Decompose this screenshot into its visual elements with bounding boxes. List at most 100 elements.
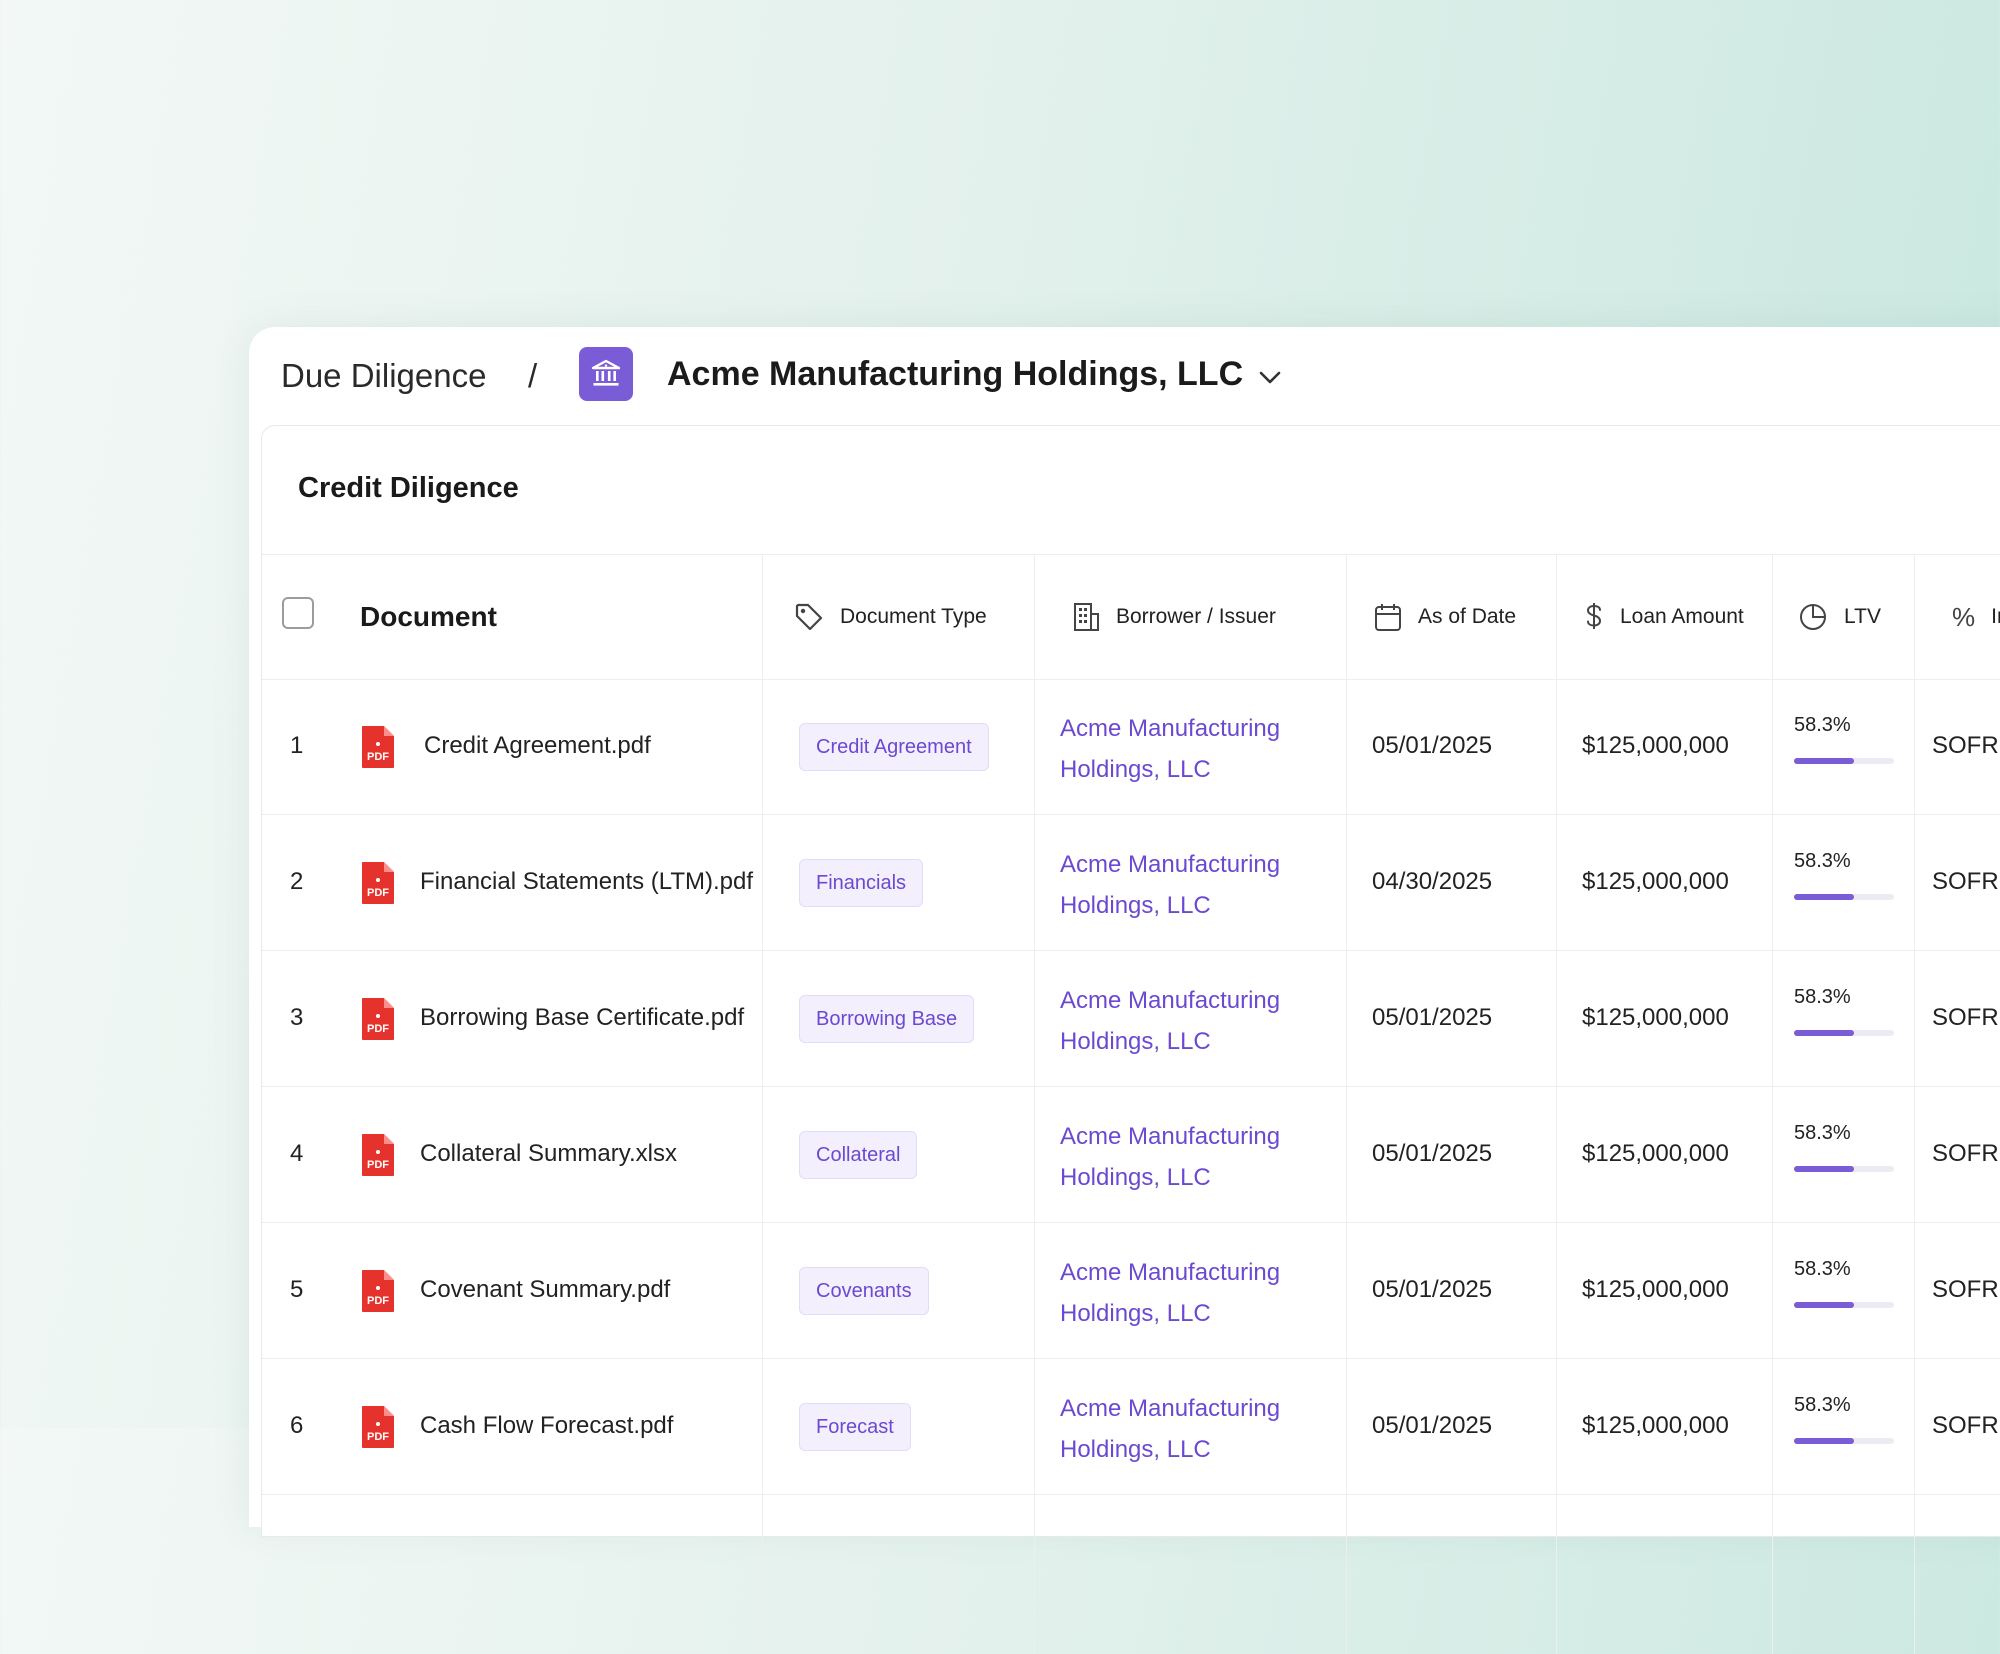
borrower-link[interactable]: Acme Manufacturing Holdings, LLC: [1060, 844, 1320, 926]
ltv-value: 58.3%: [1794, 1258, 1851, 1280]
loan-amount: $125,000,000: [1582, 1004, 1729, 1031]
document-name-link[interactable]: Collateral Summary.xlsx: [420, 1086, 677, 1222]
table-row[interactable]: 6 PDF Cash Flow Forecast.pdf Forecast Ac…: [262, 1358, 2000, 1495]
borrower-line: Acme Manufacturing: [1060, 1259, 1281, 1286]
row-number: 3: [290, 1004, 304, 1031]
borrower-link[interactable]: Acme Manufacturing Holdings, LLC: [1060, 980, 1320, 1062]
header-interest-rate[interactable]: % In: [1952, 555, 2000, 679]
ltv-bar-fill: [1794, 1166, 1854, 1172]
document-type-tag[interactable]: Borrowing Base: [799, 995, 975, 1043]
as-of-date: 05/01/2025: [1372, 1004, 1493, 1031]
interest-rate: SOFR +: [1932, 1004, 2000, 1031]
ltv-bar: [1794, 894, 1894, 900]
row-number: 4: [290, 1140, 304, 1167]
as-of-date: 05/01/2025: [1372, 732, 1493, 759]
borrower-line: Holdings, LLC: [1060, 1164, 1211, 1191]
document-type-tag[interactable]: Covenants: [799, 1267, 929, 1315]
building-icon: [1072, 602, 1100, 632]
table-row[interactable]: 1 PDF Credit Agreement.pdf Credit Agreem…: [262, 678, 2000, 815]
row-number: 1: [290, 732, 304, 759]
borrower-line: Acme Manufacturing: [1060, 715, 1281, 742]
document-name-link[interactable]: Cash Flow Forecast.pdf: [420, 1358, 673, 1494]
chevron-down-icon[interactable]: [1259, 371, 1281, 390]
pdf-file-icon: PDF: [360, 724, 396, 775]
table-row[interactable]: 3 PDF Borrowing Base Certificate.pdf Bor…: [262, 950, 2000, 1087]
select-all-checkbox[interactable]: [282, 597, 314, 629]
borrower-line: Acme Manufacturing: [1060, 851, 1281, 878]
header-document-type-label: Document Type: [840, 605, 987, 628]
credit-diligence-card: Credit Diligence Document Document Type: [261, 425, 2000, 1654]
breadcrumb-root-link[interactable]: Due Diligence: [281, 357, 486, 395]
pie-chart-icon: [1798, 602, 1828, 632]
table-row[interactable]: 2 PDF Financial Statements (LTM).pdf Fin…: [262, 814, 2000, 951]
document-type-tag[interactable]: Credit Agreement: [799, 723, 989, 771]
svg-text:PDF: PDF: [367, 1431, 389, 1443]
document-type-tag[interactable]: Forecast: [799, 1403, 911, 1451]
header-as-of-date[interactable]: As of Date: [1374, 555, 1516, 679]
borrower-selector[interactable]: Acme Manufacturing Holdings, LLC: [667, 355, 1243, 394]
borrower-link[interactable]: Acme Manufacturing Holdings, LLC: [1060, 1116, 1320, 1198]
ltv-bar: [1794, 1438, 1894, 1444]
ltv-bar-fill: [1794, 894, 1854, 900]
header-ltv[interactable]: LTV: [1798, 555, 1881, 679]
svg-text:PDF: PDF: [367, 887, 389, 899]
interest-rate: SOFR +: [1932, 868, 2000, 895]
header-loan-amount[interactable]: Loan Amount: [1584, 555, 1744, 679]
bank-icon: [579, 347, 633, 401]
table-row[interactable]: 4 PDF Collateral Summary.xlsx Collateral…: [262, 1086, 2000, 1223]
loan-amount: $125,000,000: [1582, 1412, 1729, 1439]
percent-icon: %: [1952, 601, 1976, 632]
header-as-of-date-label: As of Date: [1418, 605, 1517, 628]
main-panel: Due Diligence / Acme Manufacturing Holdi…: [249, 327, 2000, 1654]
pdf-file-icon: PDF: [360, 1268, 396, 1319]
card-title: Credit Diligence: [298, 472, 519, 504]
document-name-link[interactable]: Financial Statements (LTM).pdf: [420, 814, 753, 950]
calendar-icon: [1374, 602, 1402, 632]
as-of-date: 05/01/2025: [1372, 1140, 1493, 1167]
as-of-date: 05/01/2025: [1372, 1412, 1493, 1439]
as-of-date: 04/30/2025: [1372, 868, 1493, 895]
document-type-tag[interactable]: Financials: [799, 859, 924, 907]
header-interest-rate-label: In: [1991, 605, 2000, 628]
borrower-line: Holdings, LLC: [1060, 892, 1211, 919]
svg-text:PDF: PDF: [367, 1295, 389, 1307]
borrower-line: Holdings, LLC: [1060, 1436, 1211, 1463]
borrower-link[interactable]: Acme Manufacturing Holdings, LLC: [1060, 1388, 1320, 1470]
ltv-bar: [1794, 1030, 1894, 1036]
table-row[interactable]: 5 PDF Covenant Summary.pdf Covenants Acm…: [262, 1222, 2000, 1359]
ltv-value: 58.3%: [1794, 714, 1851, 736]
document-name-link[interactable]: Borrowing Base Certificate.pdf: [420, 950, 744, 1086]
document-name-link[interactable]: Covenant Summary.pdf: [420, 1222, 670, 1358]
ltv-value: 58.3%: [1794, 986, 1851, 1008]
pdf-file-icon: PDF: [360, 1404, 396, 1455]
borrower-link[interactable]: Acme Manufacturing Holdings, LLC: [1060, 708, 1320, 790]
pdf-file-icon: PDF: [360, 996, 396, 1047]
borrower-line: Acme Manufacturing: [1060, 1395, 1281, 1422]
pdf-file-icon: PDF: [360, 860, 396, 911]
ltv-bar: [1794, 1302, 1894, 1308]
row-number: 6: [290, 1412, 304, 1439]
document-name-link[interactable]: Credit Agreement.pdf: [424, 678, 651, 814]
borrower-link[interactable]: Acme Manufacturing Holdings, LLC: [1060, 1252, 1320, 1334]
header-document[interactable]: Document: [360, 555, 497, 679]
loan-amount: $125,000,000: [1582, 1276, 1729, 1303]
ltv-bar-fill: [1794, 758, 1854, 764]
header-borrower[interactable]: Borrower / Issuer: [1072, 555, 1276, 679]
ltv-value: 58.3%: [1794, 850, 1851, 872]
header-document-type[interactable]: Document Type: [794, 555, 987, 679]
row-number: 5: [290, 1276, 304, 1303]
breadcrumb-separator: /: [528, 357, 538, 394]
row-number: 2: [290, 868, 304, 895]
interest-rate: SOFR +: [1932, 1276, 2000, 1303]
borrower-line: Acme Manufacturing: [1060, 1123, 1281, 1150]
document-type-tag[interactable]: Collateral: [799, 1131, 918, 1179]
as-of-date: 05/01/2025: [1372, 1276, 1493, 1303]
loan-amount: $125,000,000: [1582, 868, 1729, 895]
ltv-bar-fill: [1794, 1438, 1854, 1444]
ltv-bar-fill: [1794, 1030, 1854, 1036]
ltv-bar: [1794, 758, 1894, 764]
pdf-file-icon: PDF: [360, 1132, 396, 1183]
ltv-value: 58.3%: [1794, 1394, 1851, 1416]
borrower-line: Holdings, LLC: [1060, 1300, 1211, 1327]
ltv-value: 58.3%: [1794, 1122, 1851, 1144]
